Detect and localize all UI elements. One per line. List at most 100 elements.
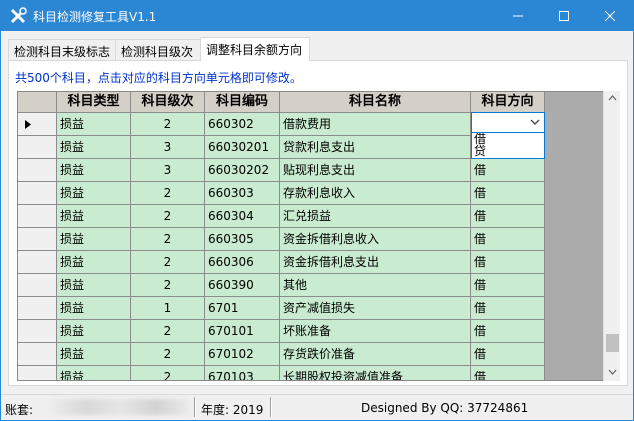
cell-direction[interactable]: 借 [471, 182, 545, 205]
row-header[interactable] [18, 136, 57, 159]
row-header[interactable] [18, 320, 57, 343]
cell-type: 损益 [57, 297, 131, 320]
cell-code: 660303 [205, 182, 280, 205]
cell-type: 损益 [57, 159, 131, 182]
tab-check-leaf-flag[interactable]: 检测科目末级标志 [8, 39, 116, 60]
cell-type: 损益 [57, 113, 131, 136]
cell-code: 670101 [205, 320, 280, 343]
close-button[interactable] [587, 1, 633, 31]
cell-type: 损益 [57, 136, 131, 159]
redacted-account [51, 399, 191, 415]
cell-type: 损益 [57, 228, 131, 251]
close-icon [605, 11, 615, 21]
maximize-button[interactable] [541, 1, 587, 31]
cell-level: 2 [131, 343, 205, 366]
cell-level: 2 [131, 182, 205, 205]
cell-direction[interactable]: 借 [471, 366, 545, 380]
cell-type: 损益 [57, 182, 131, 205]
row-header[interactable] [18, 113, 57, 136]
designer-credit: Designed By QQ: 37724861 [361, 401, 529, 415]
column-header-code[interactable]: 科目编码 [205, 92, 280, 113]
cell-level: 2 [131, 320, 205, 343]
cell-name: 坏账准备 [280, 320, 471, 343]
current-row-icon [25, 120, 31, 129]
column-header-level[interactable]: 科目级次 [131, 92, 205, 113]
combo-option-credit[interactable]: 贷 [472, 145, 544, 157]
tab-check-level[interactable]: 检测科目级次 [115, 39, 201, 60]
column-header-direction[interactable]: 科目方向 [471, 92, 545, 113]
cell-code: 670102 [205, 343, 280, 366]
maximize-icon [559, 11, 569, 21]
row-header[interactable] [18, 205, 57, 228]
cell-code: 660306 [205, 251, 280, 274]
cell-code: 66030201 [205, 136, 280, 159]
row-header[interactable] [18, 343, 57, 366]
cell-code: 66030202 [205, 159, 280, 182]
cell-direction[interactable]: 借 [471, 205, 545, 228]
cell-level: 2 [131, 366, 205, 380]
cell-level: 2 [131, 251, 205, 274]
cell-name: 长期股权投资减值准备 [280, 366, 471, 380]
cell-direction[interactable]: 借 [471, 228, 545, 251]
cell-type: 损益 [57, 251, 131, 274]
year-label: 年度: 2019 [201, 403, 264, 417]
column-header-name[interactable]: 科目名称 [280, 92, 471, 113]
cell-name: 汇兑损益 [280, 205, 471, 228]
scroll-down-icon[interactable] [608, 369, 617, 375]
status-bar: 账套: 年度: 2019 Designed By QQ: 37724861 [1, 394, 633, 420]
cell-name: 贴现利息支出 [280, 159, 471, 182]
cell-code: 660304 [205, 205, 280, 228]
window-title: 科目检测修复工具V1.1 [33, 10, 157, 24]
cell-code: 660302 [205, 113, 280, 136]
cell-type: 损益 [57, 274, 131, 297]
cell-direction[interactable]: 借 [471, 159, 545, 182]
scroll-up-icon[interactable] [608, 95, 617, 101]
tab-adjust-balance-direction[interactable]: 调整科目余额方向 [200, 37, 310, 61]
vertical-scrollbar[interactable] [603, 91, 620, 381]
cell-direction[interactable]: 借 [471, 274, 545, 297]
direction-combo[interactable]: 借 贷 [471, 112, 545, 159]
info-text: 共500个科目，点击对应的科目方向单元格即可修改。 [15, 71, 302, 85]
cell-level: 2 [131, 205, 205, 228]
row-header[interactable] [18, 274, 57, 297]
cell-name: 存货跌价准备 [280, 343, 471, 366]
scroll-thumb[interactable] [606, 334, 619, 352]
cell-name: 资金拆借利息收入 [280, 228, 471, 251]
cell-direction[interactable]: 借 [471, 297, 545, 320]
app-window: 科目检测修复工具V1.1 检测科目末级标志 检测科目级次 调整科目余额方向 共5… [0, 0, 634, 421]
cell-level: 2 [131, 274, 205, 297]
cell-direction[interactable]: 借 [471, 343, 545, 366]
cell-level: 2 [131, 113, 205, 136]
tools-icon [10, 7, 27, 24]
cell-level: 3 [131, 136, 205, 159]
cell-name: 借款费用 [280, 113, 471, 136]
row-header[interactable] [18, 182, 57, 205]
row-header[interactable] [18, 251, 57, 274]
status-separator [270, 397, 272, 417]
combo-current[interactable] [472, 113, 544, 133]
row-header[interactable] [18, 159, 57, 182]
chevron-down-icon [530, 119, 540, 125]
column-header-type[interactable]: 科目类型 [57, 92, 131, 113]
row-header[interactable] [18, 297, 57, 320]
cell-direction[interactable]: 借 [471, 320, 545, 343]
cell-code: 660305 [205, 228, 280, 251]
row-header[interactable] [18, 228, 57, 251]
cell-level: 3 [131, 159, 205, 182]
cell-type: 损益 [57, 205, 131, 228]
cell-type: 损益 [57, 343, 131, 366]
row-header[interactable] [18, 366, 57, 380]
cell-code: 670103 [205, 366, 280, 380]
cell-name: 存款利息收入 [280, 182, 471, 205]
account-label: 账套: [5, 403, 34, 417]
minimize-button[interactable] [495, 1, 541, 31]
title-bar[interactable]: 科目检测修复工具V1.1 [1, 1, 633, 31]
cell-name: 贷款利息支出 [280, 136, 471, 159]
corner-header [18, 92, 57, 113]
cell-code: 6701 [205, 297, 280, 320]
cell-direction[interactable]: 借 [471, 251, 545, 274]
cell-name: 资产减值损失 [280, 297, 471, 320]
cell-name: 其他 [280, 274, 471, 297]
cell-type: 损益 [57, 320, 131, 343]
cell-type: 损益 [57, 366, 131, 380]
